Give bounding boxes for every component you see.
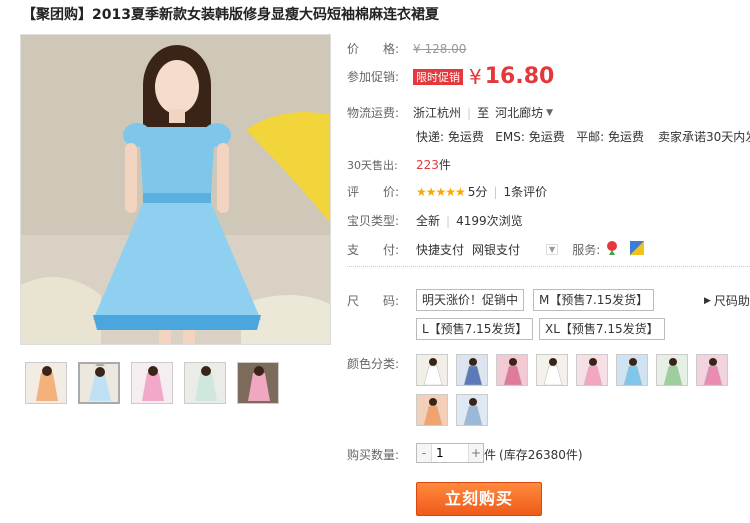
- product-title: 【聚团购】2013夏季新款女装韩版修身显瘦大码短袖棉麻连衣裙夏: [22, 7, 439, 23]
- thumbnail-4[interactable]: [184, 362, 226, 404]
- size-option-l[interactable]: L【预售7.15发货】: [416, 318, 534, 340]
- product-main-image[interactable]: [20, 34, 331, 345]
- sales-label: 30天售出:: [347, 158, 398, 172]
- price-label: 价 格:: [347, 42, 400, 56]
- service-badge-icon[interactable]: [604, 240, 620, 259]
- section-divider: [347, 266, 750, 267]
- item-condition: 全新: [416, 214, 441, 228]
- color-swatch[interactable]: [416, 354, 448, 386]
- size-option-promo[interactable]: 明天涨价！促销中: [416, 289, 525, 311]
- promo-tag: 限时促销: [413, 68, 463, 85]
- color-swatch[interactable]: [536, 354, 568, 386]
- color-swatch[interactable]: [456, 354, 488, 386]
- review-count-link[interactable]: 1条评价: [503, 183, 547, 200]
- shipping-options: 快递: 免运费 EMS: 免运费 平邮: 免运费: [416, 130, 645, 144]
- promo-row: 参加促销: 限时促销 ¥ 16.80: [347, 64, 554, 89]
- stock-info: 件 (库存26380件): [484, 446, 583, 463]
- promo-price: 16.80: [484, 64, 555, 89]
- view-count: 4199次浏览: [456, 214, 523, 228]
- size-guide-label: 尺码助: [713, 294, 750, 308]
- color-swatch[interactable]: [696, 354, 728, 386]
- quantity-label-row: 购买数量:: [347, 446, 399, 463]
- rating-score: 5分: [467, 185, 488, 199]
- thumbnail-1[interactable]: [25, 362, 67, 404]
- chevron-down-icon[interactable]: ▼: [546, 108, 553, 118]
- shipping-divider: |: [467, 105, 472, 120]
- payment-row: 支 付: 快捷支付 网银支付 ▼ 服务:: [347, 240, 645, 259]
- quantity-label: 购买数量:: [347, 448, 400, 462]
- color-label-row: 颜色分类:: [347, 355, 399, 372]
- service-guarantee-icon[interactable]: [630, 241, 645, 258]
- rating-stars: ★★★★★: [416, 184, 466, 199]
- quantity-unit: 件: [484, 448, 497, 462]
- color-swatch[interactable]: [576, 354, 608, 386]
- shipping-label: 物流运费:: [347, 106, 400, 120]
- thumbnail-2[interactable]: [78, 362, 120, 404]
- shipping-to-prefix: 至: [477, 106, 490, 120]
- promo-label: 参加促销:: [347, 70, 400, 84]
- quantity-increase-button[interactable]: +: [469, 444, 483, 462]
- size-option-xl[interactable]: XL【预售7.15发货】: [539, 318, 665, 340]
- color-swatch[interactable]: [456, 394, 488, 426]
- payment-method-quick: 快捷支付: [416, 243, 465, 257]
- stock-count: (库存26380件): [499, 448, 583, 462]
- shipping-row: 物流运费: 浙江杭州 | 至 河北廊坊 ▼: [347, 104, 553, 121]
- quantity-stepper: - +: [416, 443, 484, 463]
- original-price: ¥ 128.00: [413, 41, 467, 56]
- expand-icon[interactable]: ▼: [546, 244, 559, 255]
- color-swatch[interactable]: [496, 354, 528, 386]
- price-row: 价 格: ¥ 128.00: [347, 40, 466, 57]
- dress-model-image: [21, 35, 330, 344]
- shipping-destination[interactable]: 河北廊坊: [495, 104, 543, 121]
- size-option-m[interactable]: M【预售7.15发货】: [533, 289, 655, 311]
- payment-label: 支 付:: [347, 243, 400, 257]
- shipping-promise: 卖家承诺30天内发货: [658, 130, 750, 144]
- size-label-row: 尺 码:: [347, 292, 416, 309]
- chevron-right-icon: ▶: [704, 295, 711, 306]
- shipping-options-row: 快递: 免运费 EMS: 免运费 平邮: 免运费 卖家承诺30天内发货: [416, 128, 750, 145]
- color-swatch[interactable]: [656, 354, 688, 386]
- sales-unit: 件: [438, 158, 451, 172]
- color-label: 颜色分类:: [347, 357, 400, 371]
- buy-now-button[interactable]: 立刻购买: [416, 482, 542, 516]
- thumbnail-3[interactable]: [131, 362, 173, 404]
- currency-symbol: ¥: [469, 64, 482, 89]
- thumbnail-list: [25, 362, 279, 404]
- item-type-separator: |: [446, 213, 451, 228]
- size-guide-link[interactable]: ▶ 尺码助: [704, 292, 750, 309]
- rating-separator: |: [493, 184, 498, 199]
- item-type-label: 宝贝类型:: [347, 214, 400, 228]
- color-swatch[interactable]: [416, 394, 448, 426]
- thumbnail-5[interactable]: [237, 362, 279, 404]
- rating-row: 评 价: ★★★★★ 5分 | 1条评价: [347, 183, 547, 200]
- quantity-input[interactable]: [431, 444, 469, 462]
- item-type-row: 宝贝类型: 全新 | 4199次浏览: [347, 212, 523, 229]
- service-label: 服务:: [572, 243, 601, 257]
- quantity-decrease-button[interactable]: -: [417, 444, 431, 462]
- shipping-from: 浙江杭州: [413, 106, 462, 120]
- rating-label: 评 价:: [347, 185, 400, 199]
- sales-count: 223: [416, 157, 439, 172]
- color-swatch[interactable]: [616, 354, 648, 386]
- payment-method-bank: 网银支付: [472, 243, 521, 257]
- size-label: 尺 码:: [347, 294, 400, 308]
- sales-row: 30天售出: 223 件: [347, 156, 451, 173]
